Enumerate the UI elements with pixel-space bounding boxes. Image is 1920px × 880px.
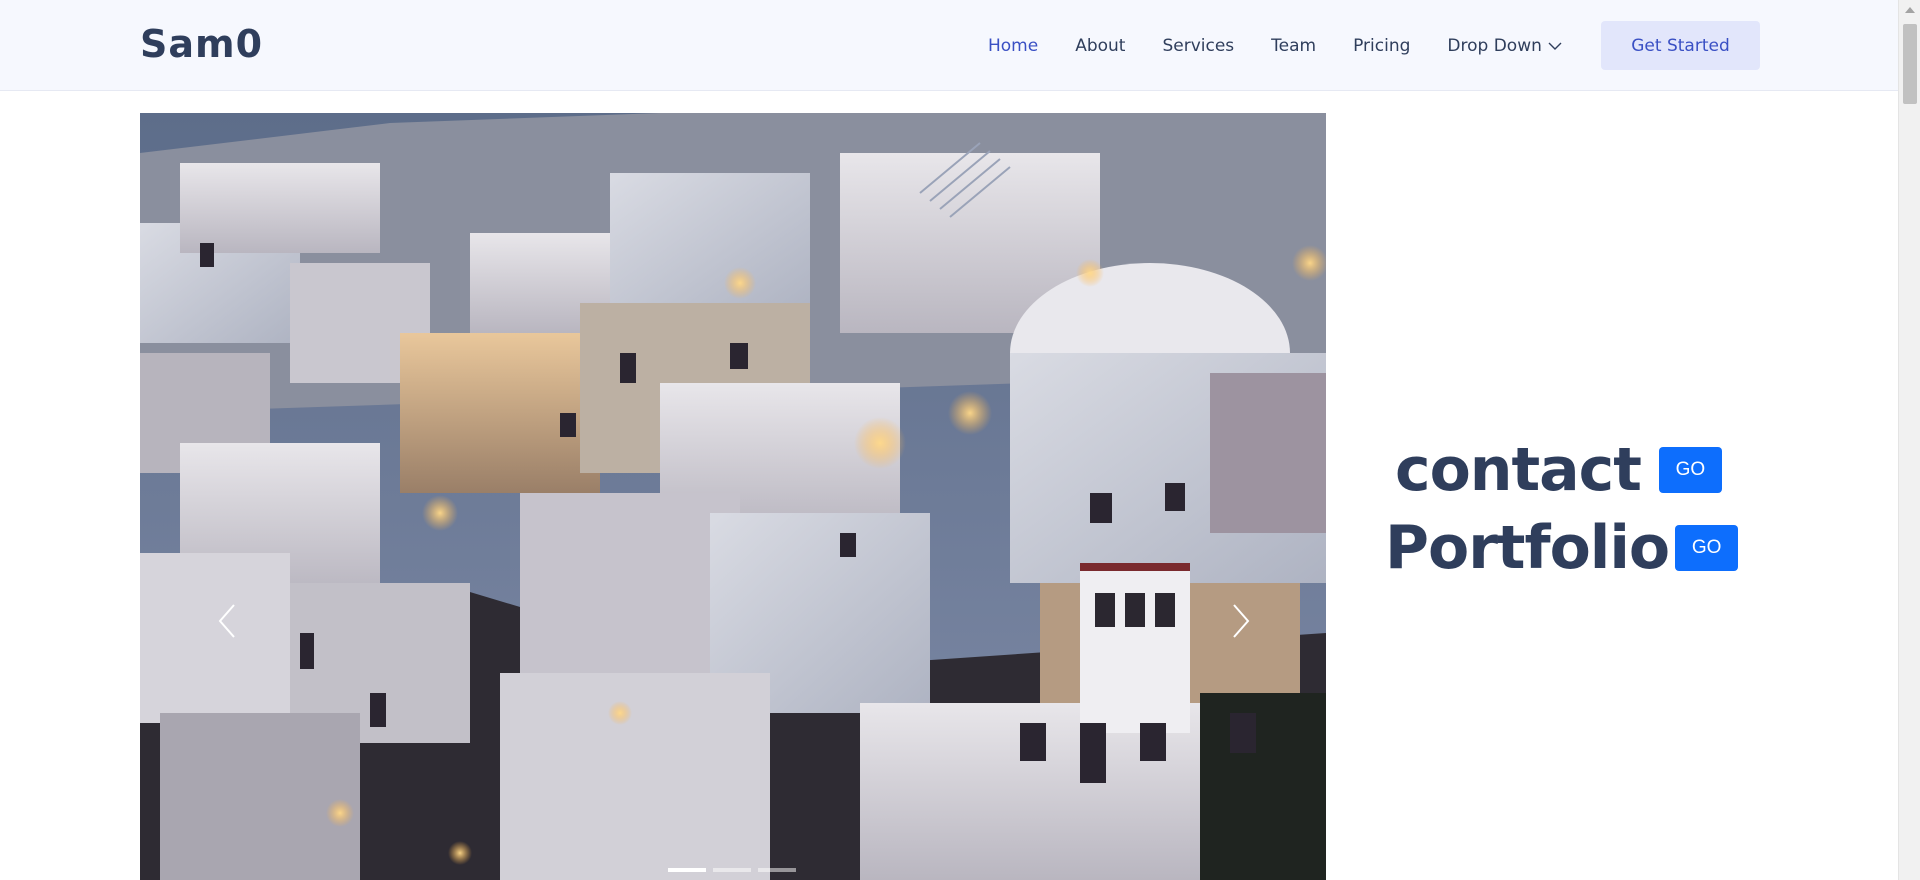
- portfolio-label: Portfolio: [1385, 513, 1670, 583]
- carousel-indicators: [668, 868, 803, 872]
- nav-item-team[interactable]: Team: [1271, 36, 1316, 56]
- chevron-right-icon: [1233, 604, 1250, 638]
- portfolio-go-button[interactable]: GO: [1675, 525, 1739, 571]
- contact-label: contact: [1395, 435, 1642, 505]
- main-nav: Home About Services Team Pricing Drop Do…: [988, 0, 1599, 91]
- carousel-prev-button[interactable]: [208, 591, 248, 651]
- contact-row: contact GO: [1395, 428, 1722, 512]
- carousel-indicator[interactable]: [713, 868, 751, 872]
- nav-item-pricing[interactable]: Pricing: [1353, 36, 1410, 56]
- carousel-image: [140, 113, 1326, 880]
- nav-dropdown[interactable]: Drop Down: [1447, 36, 1562, 56]
- nav-item-home[interactable]: Home: [988, 36, 1038, 56]
- get-started-button[interactable]: Get Started: [1601, 21, 1760, 70]
- page-scrollbar[interactable]: [1898, 0, 1920, 880]
- nav-item-dropdown[interactable]: Drop Down: [1447, 36, 1541, 56]
- portfolio-row: Portfolio GO: [1385, 506, 1739, 590]
- site-header: Sam0 Home About Services Team Pricing Dr…: [0, 0, 1898, 91]
- carousel-indicator[interactable]: [758, 868, 796, 872]
- chevron-left-icon: [218, 604, 235, 638]
- contact-go-button[interactable]: GO: [1658, 447, 1722, 493]
- site-logo[interactable]: Sam0: [140, 20, 263, 68]
- nav-item-about[interactable]: About: [1075, 36, 1125, 56]
- carousel-indicator[interactable]: [668, 868, 706, 872]
- hero-carousel: [140, 113, 1326, 880]
- scroll-up-icon[interactable]: [1905, 7, 1915, 13]
- scroll-thumb[interactable]: [1903, 24, 1917, 104]
- carousel-next-button[interactable]: [1220, 591, 1260, 651]
- nav-item-services[interactable]: Services: [1162, 36, 1234, 56]
- chevron-down-icon: [1548, 41, 1562, 51]
